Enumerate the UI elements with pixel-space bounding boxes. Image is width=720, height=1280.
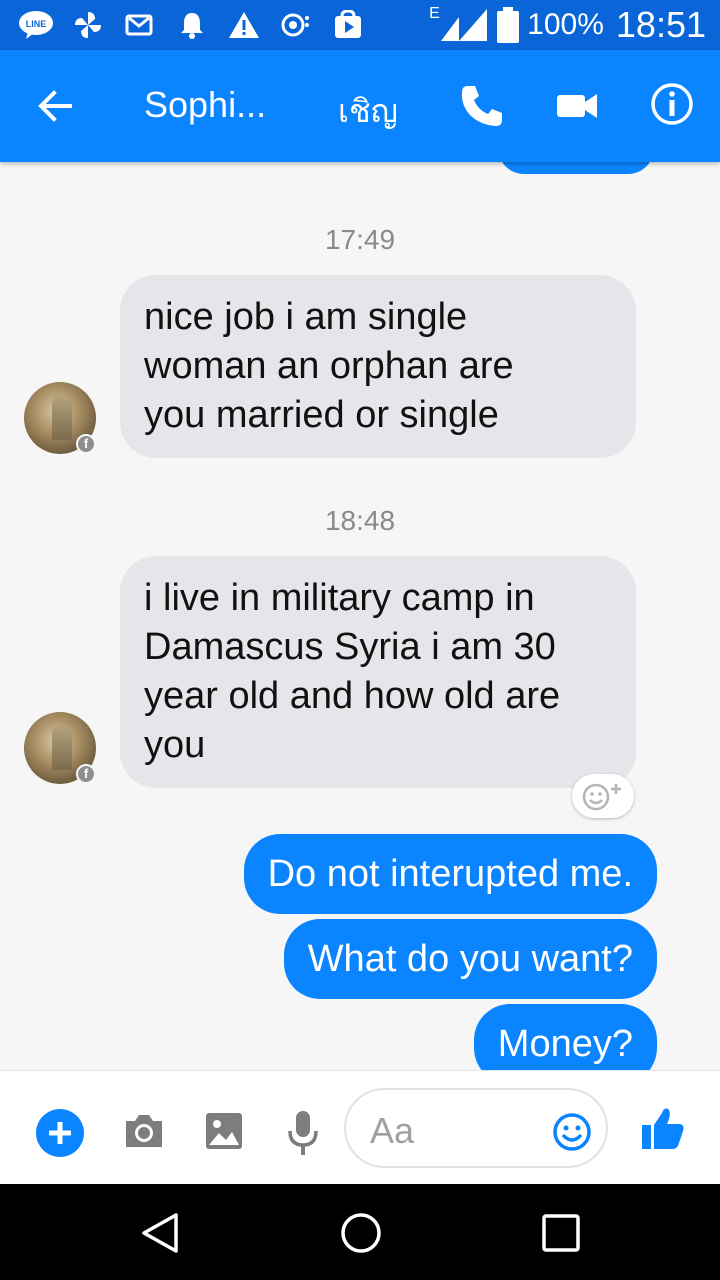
warning-icon bbox=[226, 8, 262, 42]
incoming-message-bubble[interactable]: nice job i am single woman an orphan are… bbox=[120, 275, 636, 458]
message-line: Damascus Syria i am 30 bbox=[144, 626, 556, 668]
message-input-placeholder: Aa bbox=[370, 1110, 415, 1151]
facebook-badge-icon: f bbox=[76, 434, 96, 454]
previous-message-bubble[interactable] bbox=[498, 162, 654, 174]
message-composer: Aa bbox=[0, 1070, 720, 1184]
battery-icon bbox=[497, 7, 520, 43]
back-arrow-icon[interactable] bbox=[32, 82, 80, 130]
message-input[interactable]: Aa bbox=[344, 1088, 608, 1168]
navigation-bar bbox=[0, 1184, 720, 1280]
messenger-screen: LINE E 100% 18:51 Sophi... เชิญ 17:49 f … bbox=[0, 0, 720, 1280]
message-line: you bbox=[144, 724, 206, 766]
facebook-badge-icon: f bbox=[76, 764, 96, 784]
emoji-icon[interactable] bbox=[552, 1112, 592, 1152]
signal-icon: E bbox=[429, 5, 489, 43]
message-line: woman an orphan are bbox=[144, 345, 514, 387]
message-line: nice job i am single bbox=[144, 296, 468, 338]
message-line: you married or single bbox=[144, 394, 499, 436]
message-list[interactable]: 17:49 f nice job i am single woman an or… bbox=[0, 162, 720, 1070]
incoming-message-bubble[interactable]: i live in military camp in Damascus Syri… bbox=[120, 556, 636, 788]
avatar-figure bbox=[52, 726, 72, 770]
invite-chip[interactable]: เชิญ bbox=[338, 86, 398, 137]
message-line: i live in military camp in bbox=[144, 577, 535, 619]
timestamp: 18:48 bbox=[324, 505, 396, 536]
mesh-icon bbox=[278, 8, 314, 42]
video-call-icon[interactable] bbox=[554, 84, 600, 128]
clock: 18:51 bbox=[615, 4, 706, 45]
network-type: E bbox=[429, 5, 440, 22]
contact-name[interactable]: Sophi... bbox=[144, 84, 266, 126]
microphone-icon[interactable] bbox=[286, 1109, 320, 1157]
svg-text:LINE: LINE bbox=[26, 19, 47, 29]
bell-icon bbox=[174, 8, 210, 42]
status-bar: LINE E 100% 18:51 bbox=[0, 0, 720, 50]
gallery-image-icon[interactable] bbox=[204, 1111, 244, 1151]
add-reaction-button[interactable] bbox=[572, 774, 634, 818]
nav-home-icon[interactable] bbox=[338, 1210, 384, 1256]
nav-back-icon[interactable] bbox=[138, 1210, 184, 1256]
plus-icon[interactable] bbox=[36, 1109, 84, 1157]
mail-icon bbox=[122, 8, 158, 42]
outgoing-message-bubble[interactable]: Do not interupted me. bbox=[243, 834, 657, 914]
notification-icons: LINE bbox=[18, 8, 366, 42]
outgoing-message-bubble[interactable]: Money? bbox=[473, 1004, 657, 1070]
camera-icon[interactable] bbox=[122, 1111, 166, 1151]
pinwheel-icon bbox=[70, 8, 106, 42]
battery-percent: 100% bbox=[527, 8, 604, 41]
message-line: year old and how old are bbox=[144, 675, 561, 717]
system-status: E 100% 18:51 bbox=[429, 4, 706, 46]
info-icon[interactable] bbox=[648, 80, 696, 128]
outgoing-message-bubble[interactable]: What do you want? bbox=[283, 919, 657, 999]
phone-call-icon[interactable] bbox=[456, 80, 508, 132]
timestamp: 17:49 bbox=[324, 224, 396, 255]
thumbs-up-icon[interactable] bbox=[640, 1105, 686, 1153]
nav-recents-icon[interactable] bbox=[540, 1212, 582, 1254]
conversation-header: Sophi... เชิญ bbox=[0, 50, 720, 162]
avatar-figure bbox=[52, 396, 72, 440]
line-icon: LINE bbox=[18, 8, 54, 42]
play-store-icon bbox=[330, 8, 366, 42]
